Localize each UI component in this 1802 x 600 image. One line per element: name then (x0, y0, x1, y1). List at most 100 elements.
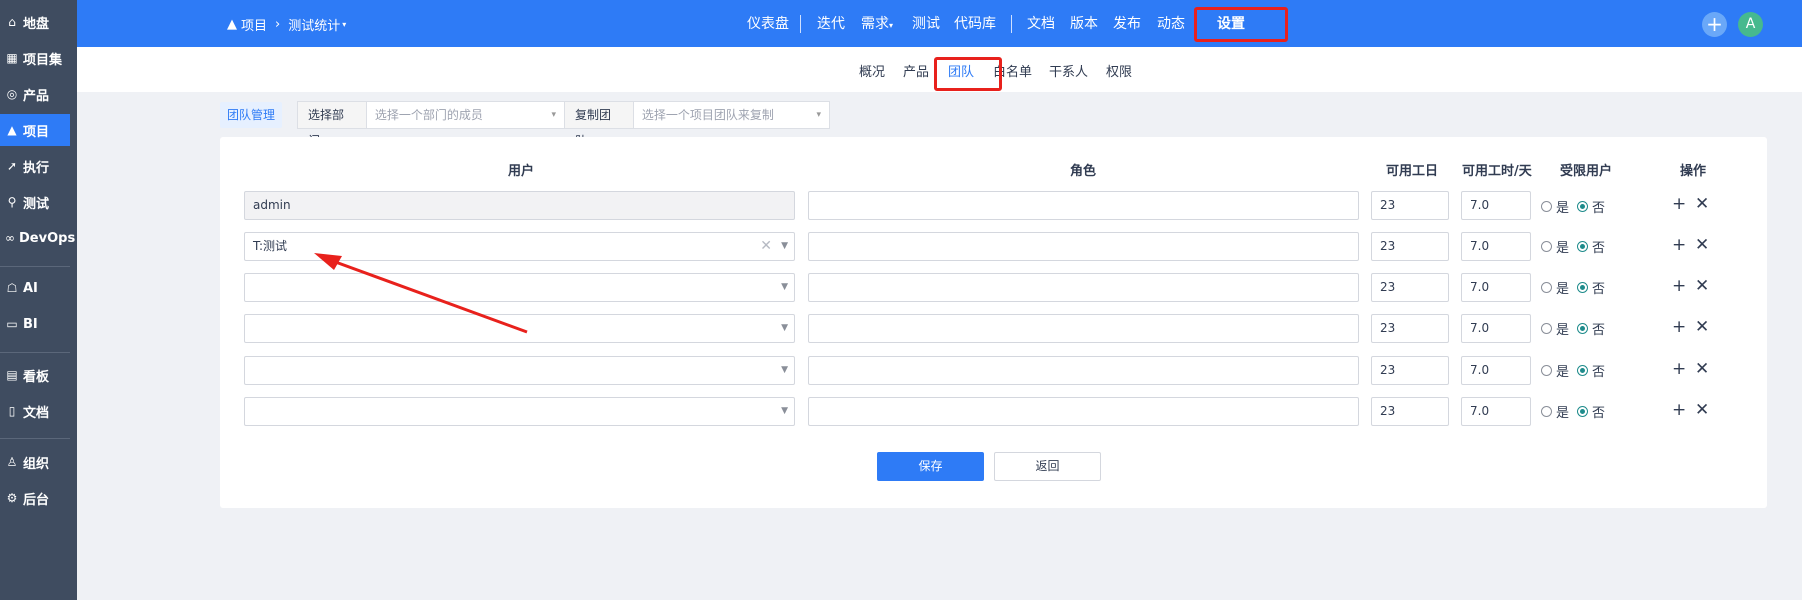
days-input[interactable]: 23 (1371, 273, 1449, 302)
user-select[interactable]: ▼ (244, 397, 795, 426)
highlight-box-team (934, 57, 1002, 91)
tab-product[interactable]: 产品 (903, 61, 929, 80)
breadcrumb-root[interactable]: 项目 (241, 15, 267, 34)
limited-radio-group: 是 否 (1541, 197, 1605, 216)
radio-no[interactable] (1577, 241, 1589, 252)
nav-repo[interactable]: 代码库 (954, 13, 996, 33)
nav-dashboard[interactable]: 仪表盘 (747, 13, 789, 33)
radio-no[interactable] (1577, 365, 1589, 376)
hours-input[interactable]: 7.0 (1461, 356, 1531, 385)
delete-row-icon[interactable]: ✕ (1695, 235, 1709, 255)
role-input[interactable] (808, 314, 1359, 343)
user-select[interactable]: T:测试 ✕ ▼ (244, 232, 795, 261)
dept-select[interactable]: 选择一个部门的成员 ▾ (367, 102, 564, 128)
add-row-icon[interactable]: + (1672, 359, 1686, 379)
save-button[interactable]: 保存 (877, 452, 984, 481)
avatar[interactable]: A (1738, 12, 1763, 37)
hours-input[interactable]: 7.0 (1461, 232, 1531, 261)
radio-no[interactable] (1577, 323, 1589, 334)
nav-story[interactable]: 需求▾ (861, 13, 893, 33)
chevron-right-icon: › (275, 17, 281, 32)
users-icon: ♙ (6, 455, 18, 469)
sidebar-item-doc[interactable]: ▯ 文档 (0, 395, 70, 427)
sidebar-item-product[interactable]: ◎ 产品 (0, 78, 70, 110)
user-select[interactable]: ▼ (244, 314, 795, 343)
nav-iteration[interactable]: 迭代 (817, 13, 845, 33)
role-input[interactable] (808, 232, 1359, 261)
days-input[interactable]: 23 (1371, 191, 1449, 220)
sidebar-divider (0, 438, 70, 439)
nav-test[interactable]: 测试 (912, 13, 940, 33)
limited-radio-group: 是 否 (1541, 402, 1605, 421)
sidebar-item-org[interactable]: ♙ 组织 (0, 446, 70, 478)
days-input[interactable]: 23 (1371, 397, 1449, 426)
delete-row-icon[interactable]: ✕ (1695, 317, 1709, 337)
add-row-icon[interactable]: + (1672, 276, 1686, 296)
header-days: 可用工日 (1386, 164, 1439, 179)
chevron-down-icon: ▼ (781, 282, 788, 292)
rocket-icon: ➚ (6, 159, 18, 173)
tab-overview[interactable]: 概况 (859, 61, 885, 80)
radio-yes[interactable] (1541, 323, 1552, 334)
sidebar-item-dashboard[interactable]: ⌂ 地盘 (0, 6, 70, 38)
copy-team-group: 复制团队 选择一个项目团队来复制▾ (564, 101, 830, 148)
role-input[interactable] (808, 273, 1359, 302)
chevron-down-icon: ▼ (781, 241, 788, 251)
radio-yes[interactable] (1541, 406, 1552, 417)
sidebar-item-admin[interactable]: ⚙ 后台 (0, 482, 70, 514)
copy-team-select[interactable]: 选择一个项目团队来复制 ▾ (634, 102, 829, 128)
tab-stakeholder[interactable]: 干系人 (1049, 61, 1088, 80)
limited-radio-group: 是 否 (1541, 278, 1605, 297)
project-icon: ▲ (227, 17, 237, 32)
add-row-icon[interactable]: + (1672, 235, 1686, 255)
radio-yes[interactable] (1541, 201, 1552, 212)
add-row-icon[interactable]: + (1672, 194, 1686, 214)
sidebar-item-bi[interactable]: ▭ BI (0, 308, 70, 340)
days-input[interactable]: 23 (1371, 356, 1449, 385)
hours-input[interactable]: 7.0 (1461, 397, 1531, 426)
robot-icon: ☖ (6, 281, 18, 295)
hours-input[interactable]: 7.0 (1461, 191, 1531, 220)
sidebar-item-test[interactable]: ⚲ 测试 (0, 186, 70, 218)
delete-row-icon[interactable]: ✕ (1695, 276, 1709, 296)
radio-no[interactable] (1577, 406, 1589, 417)
tab-permission[interactable]: 权限 (1106, 61, 1132, 80)
kanban-icon: ▤ (6, 368, 18, 382)
sidebar-item-kanban[interactable]: ▤ 看板 (0, 359, 70, 391)
days-input[interactable]: 23 (1371, 232, 1449, 261)
hours-input[interactable]: 7.0 (1461, 273, 1531, 302)
sidebar-item-ai[interactable]: ☖ AI (0, 272, 70, 304)
delete-row-icon[interactable]: ✕ (1695, 400, 1709, 420)
user-select[interactable]: ▼ (244, 273, 795, 302)
header-role: 角色 (1070, 164, 1097, 179)
sidebar-item-devops[interactable]: ∞ DevOps (0, 222, 75, 254)
radio-yes[interactable] (1541, 365, 1552, 376)
days-input[interactable]: 23 (1371, 314, 1449, 343)
radio-no[interactable] (1577, 282, 1589, 293)
user-select[interactable]: ▼ (244, 356, 795, 385)
back-button[interactable]: 返回 (994, 452, 1101, 481)
delete-row-icon[interactable]: ✕ (1695, 194, 1709, 214)
radio-yes[interactable] (1541, 282, 1552, 293)
hours-input[interactable]: 7.0 (1461, 314, 1531, 343)
add-row-icon[interactable]: + (1672, 317, 1686, 337)
sidebar-divider (0, 352, 70, 353)
add-row-icon[interactable]: + (1672, 400, 1686, 420)
sidebar-item-program[interactable]: ▦ 项目集 (0, 42, 70, 74)
create-button[interactable]: + (1702, 12, 1727, 37)
breadcrumb-current[interactable]: 测试统计 (288, 15, 340, 34)
sidebar-item-execution[interactable]: ➚ 执行 (0, 150, 70, 182)
role-input[interactable] (808, 397, 1359, 426)
nav-release[interactable]: 发布 (1113, 13, 1141, 33)
nav-activity[interactable]: 动态 (1157, 13, 1185, 33)
nav-doc[interactable]: 文档 (1027, 13, 1055, 33)
radio-yes[interactable] (1541, 241, 1552, 252)
role-input[interactable] (808, 191, 1359, 220)
delete-row-icon[interactable]: ✕ (1695, 359, 1709, 379)
sidebar-item-project[interactable]: ▲ 项目 (0, 114, 70, 146)
radio-no[interactable] (1577, 201, 1589, 212)
grid-icon: ▦ (6, 51, 18, 65)
role-input[interactable] (808, 356, 1359, 385)
nav-version[interactable]: 版本 (1070, 13, 1098, 33)
clear-icon[interactable]: ✕ (760, 233, 772, 260)
